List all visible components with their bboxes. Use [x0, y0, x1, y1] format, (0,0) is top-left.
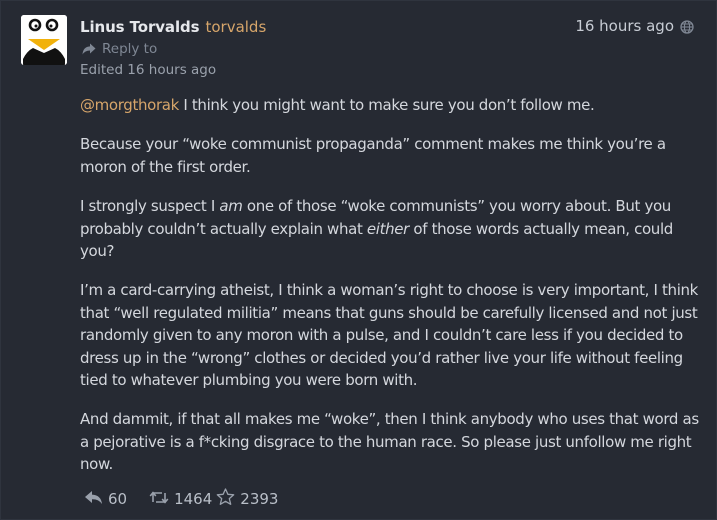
share-arrow-icon	[82, 43, 96, 55]
reply-button[interactable]: 60	[84, 490, 127, 509]
edited-label[interactable]: Edited 16 hours ago	[80, 62, 216, 78]
post-paragraph-4: I’m a card-carrying atheist, I think a w…	[80, 281, 699, 390]
timestamp[interactable]: 16 hours ago	[575, 17, 674, 35]
reply-to-label: Reply to	[102, 41, 158, 57]
author-name-row: Linus Torvalds torvalds	[80, 17, 266, 36]
username[interactable]: torvalds	[205, 18, 266, 36]
favourite-button[interactable]: 2393	[216, 488, 278, 510]
post-paragraph-1: @morgthorak I think you might want to ma…	[80, 94, 702, 116]
tux-penguin-icon	[21, 15, 67, 65]
display-name[interactable]: Linus Torvalds	[80, 18, 200, 36]
boost-count: 1464	[174, 490, 213, 508]
boost-button[interactable]: 1464	[149, 490, 212, 509]
mention-link[interactable]: @morgthorak	[80, 96, 179, 114]
post-paragraph-5: And dammit, if that all makes me “woke”,…	[80, 410, 699, 474]
paragraph-3-part-a: I strongly suspect I	[80, 197, 220, 216]
retweet-icon	[149, 490, 169, 509]
post-content: @morgthorak I think you might want to ma…	[80, 94, 702, 493]
paragraph-3-emphasis-either: either	[366, 219, 410, 238]
post-paragraph-3: I strongly suspect I am one of those “wo…	[80, 195, 702, 262]
star-icon	[216, 488, 235, 510]
reply-count: 60	[108, 490, 128, 508]
favourite-count: 2393	[240, 490, 279, 508]
globe-icon	[680, 19, 694, 34]
post-paragraph-2: Because your “woke communist propaganda”…	[80, 135, 666, 176]
timestamp-area: 16 hours ago	[575, 17, 694, 35]
post-header: Linus Torvalds torvalds Reply to Edited 1…	[21, 15, 698, 78]
status-post: Linus Torvalds torvalds Reply to Edited 1…	[0, 0, 717, 520]
reply-to-indicator[interactable]: Reply to	[82, 41, 157, 57]
action-bar: 60 1464 2393	[84, 488, 278, 510]
paragraph-1-text: I think you might want to make sure you …	[178, 96, 595, 114]
paragraph-3-emphasis-am: am	[219, 197, 243, 216]
reply-icon	[84, 490, 103, 509]
avatar[interactable]	[21, 15, 67, 65]
